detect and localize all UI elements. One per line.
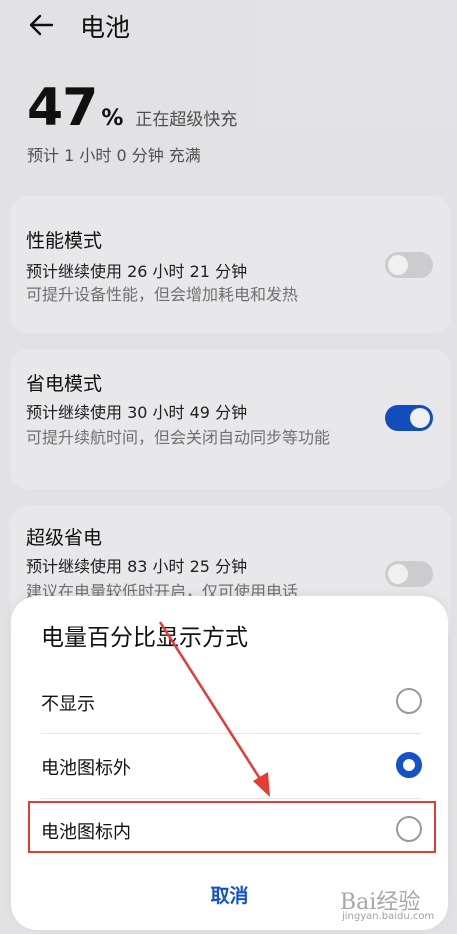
- annotation-arrow-icon: [158, 621, 270, 797]
- battery-settings-page: 电池 47% 正在超级快充 预计 1 小时 0 分钟 充满 性能模式 预计继续使用…: [0, 0, 457, 934]
- watermark-site: jingyan.baidu.com: [342, 911, 435, 922]
- watermark: Bai经验 jingyan.baidu.com: [340, 884, 450, 926]
